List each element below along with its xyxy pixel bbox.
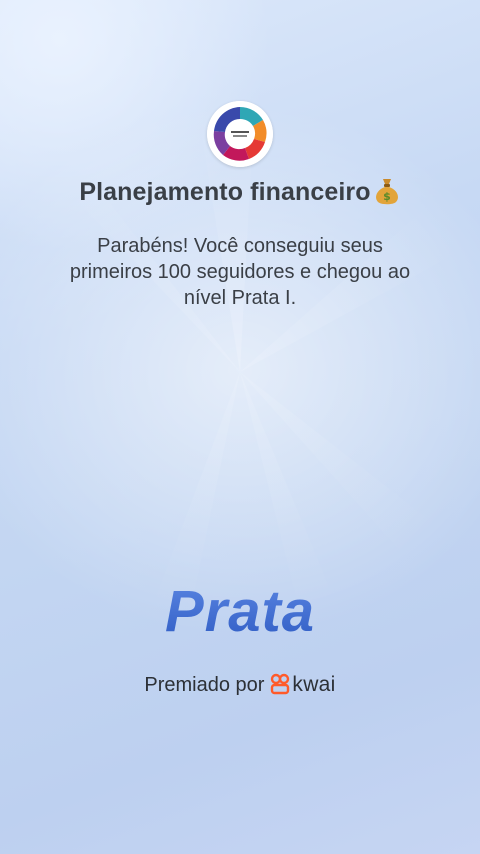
svg-text:$: $ bbox=[383, 190, 391, 203]
profile-avatar[interactable] bbox=[207, 101, 273, 167]
profile-title: Planejamento financeiro $ bbox=[0, 176, 480, 207]
kwai-logo-icon bbox=[271, 673, 290, 695]
profile-title-text: Planejamento financeiro bbox=[79, 178, 371, 206]
awarded-by-label: Premiado por bbox=[144, 674, 265, 696]
financial-planning-cycle-icon bbox=[207, 101, 273, 167]
congratulations-message: Parabéns! Você conseguiu seus primeiros … bbox=[69, 235, 411, 309]
kwai-brand-name: kwai bbox=[292, 673, 336, 696]
money-bag-icon: $ bbox=[375, 179, 398, 205]
level-badge-text: Prata bbox=[0, 578, 480, 645]
awarded-by: Premiado por kwai bbox=[0, 673, 480, 697]
